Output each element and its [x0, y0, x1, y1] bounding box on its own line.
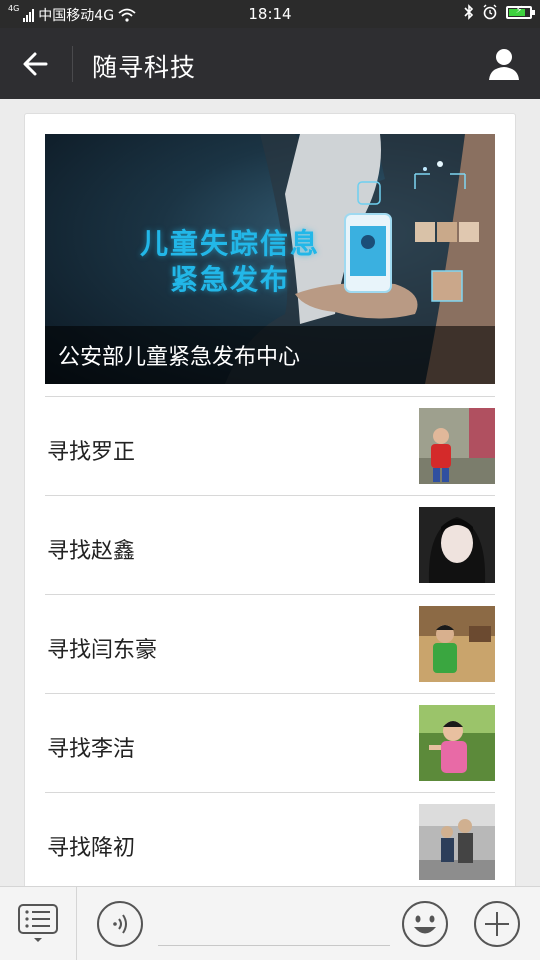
article-title: 寻找降初	[47, 836, 136, 861]
text-input-field[interactable]	[158, 945, 390, 946]
banner-headline-line1: 儿童失踪信息	[140, 227, 321, 260]
article-title: 寻找罗正	[47, 440, 136, 465]
back-arrow-icon	[23, 52, 48, 76]
list-item[interactable]: 寻找闫东豪	[45, 594, 495, 693]
article-list: 寻找罗正 寻找赵鑫 寻找闫东豪 寻找李洁 寻找降初	[45, 396, 495, 891]
list-item[interactable]: 寻找李洁	[45, 693, 495, 792]
featured-article-banner[interactable]: 儿童失踪信息 紧急发布 公安部儿童紧急发布中心	[45, 134, 495, 384]
menu-list-icon	[18, 904, 58, 942]
voice-icon	[97, 901, 143, 947]
article-thumbnail	[419, 804, 495, 880]
list-item[interactable]: 寻找罗正	[45, 396, 495, 495]
title-divider	[72, 46, 73, 82]
status-bar: 4G 中国移动4G 18:14 ⚡	[0, 0, 540, 28]
banner-headline-line2: 紧急发布	[170, 263, 291, 296]
list-item[interactable]: 寻找降初	[45, 792, 495, 891]
article-title: 寻找李洁	[47, 737, 136, 762]
article-title: 寻找赵鑫	[47, 539, 136, 564]
article-card: 儿童失踪信息 紧急发布 公安部儿童紧急发布中心 寻找罗正 寻找赵鑫 寻找闫东豪 …	[24, 113, 516, 903]
emoji-icon	[402, 901, 448, 947]
back-button[interactable]	[16, 44, 56, 84]
status-right: ⚡	[464, 4, 535, 20]
article-thumbnail	[419, 507, 495, 583]
article-thumbnail	[419, 705, 495, 781]
alarm-icon	[483, 4, 497, 20]
status-time: 18:14	[248, 5, 292, 23]
voice-button[interactable]	[96, 900, 144, 948]
article-thumbnail	[419, 606, 495, 682]
user-profile-icon	[489, 49, 519, 80]
article-title: 寻找闫东豪	[47, 638, 158, 663]
bluetooth-icon	[464, 4, 474, 20]
bottom-input-bar	[0, 886, 540, 960]
banner-caption: 公安部儿童紧急发布中心	[58, 345, 301, 370]
page-title: 随寻科技	[92, 53, 197, 82]
article-thumbnail	[419, 408, 495, 484]
battery-charging-icon: ⚡	[506, 5, 535, 19]
plus-icon	[474, 901, 520, 947]
more-actions-button[interactable]	[473, 900, 521, 948]
profile-button[interactable]	[484, 44, 524, 84]
menu-toggle-button[interactable]	[16, 901, 60, 945]
banner-headline: 儿童失踪信息 紧急发布	[140, 226, 320, 298]
title-bar: 随寻科技	[0, 28, 540, 99]
emoji-button[interactable]	[401, 900, 449, 948]
list-item[interactable]: 寻找赵鑫	[45, 495, 495, 594]
bottom-bar-divider	[76, 887, 77, 960]
